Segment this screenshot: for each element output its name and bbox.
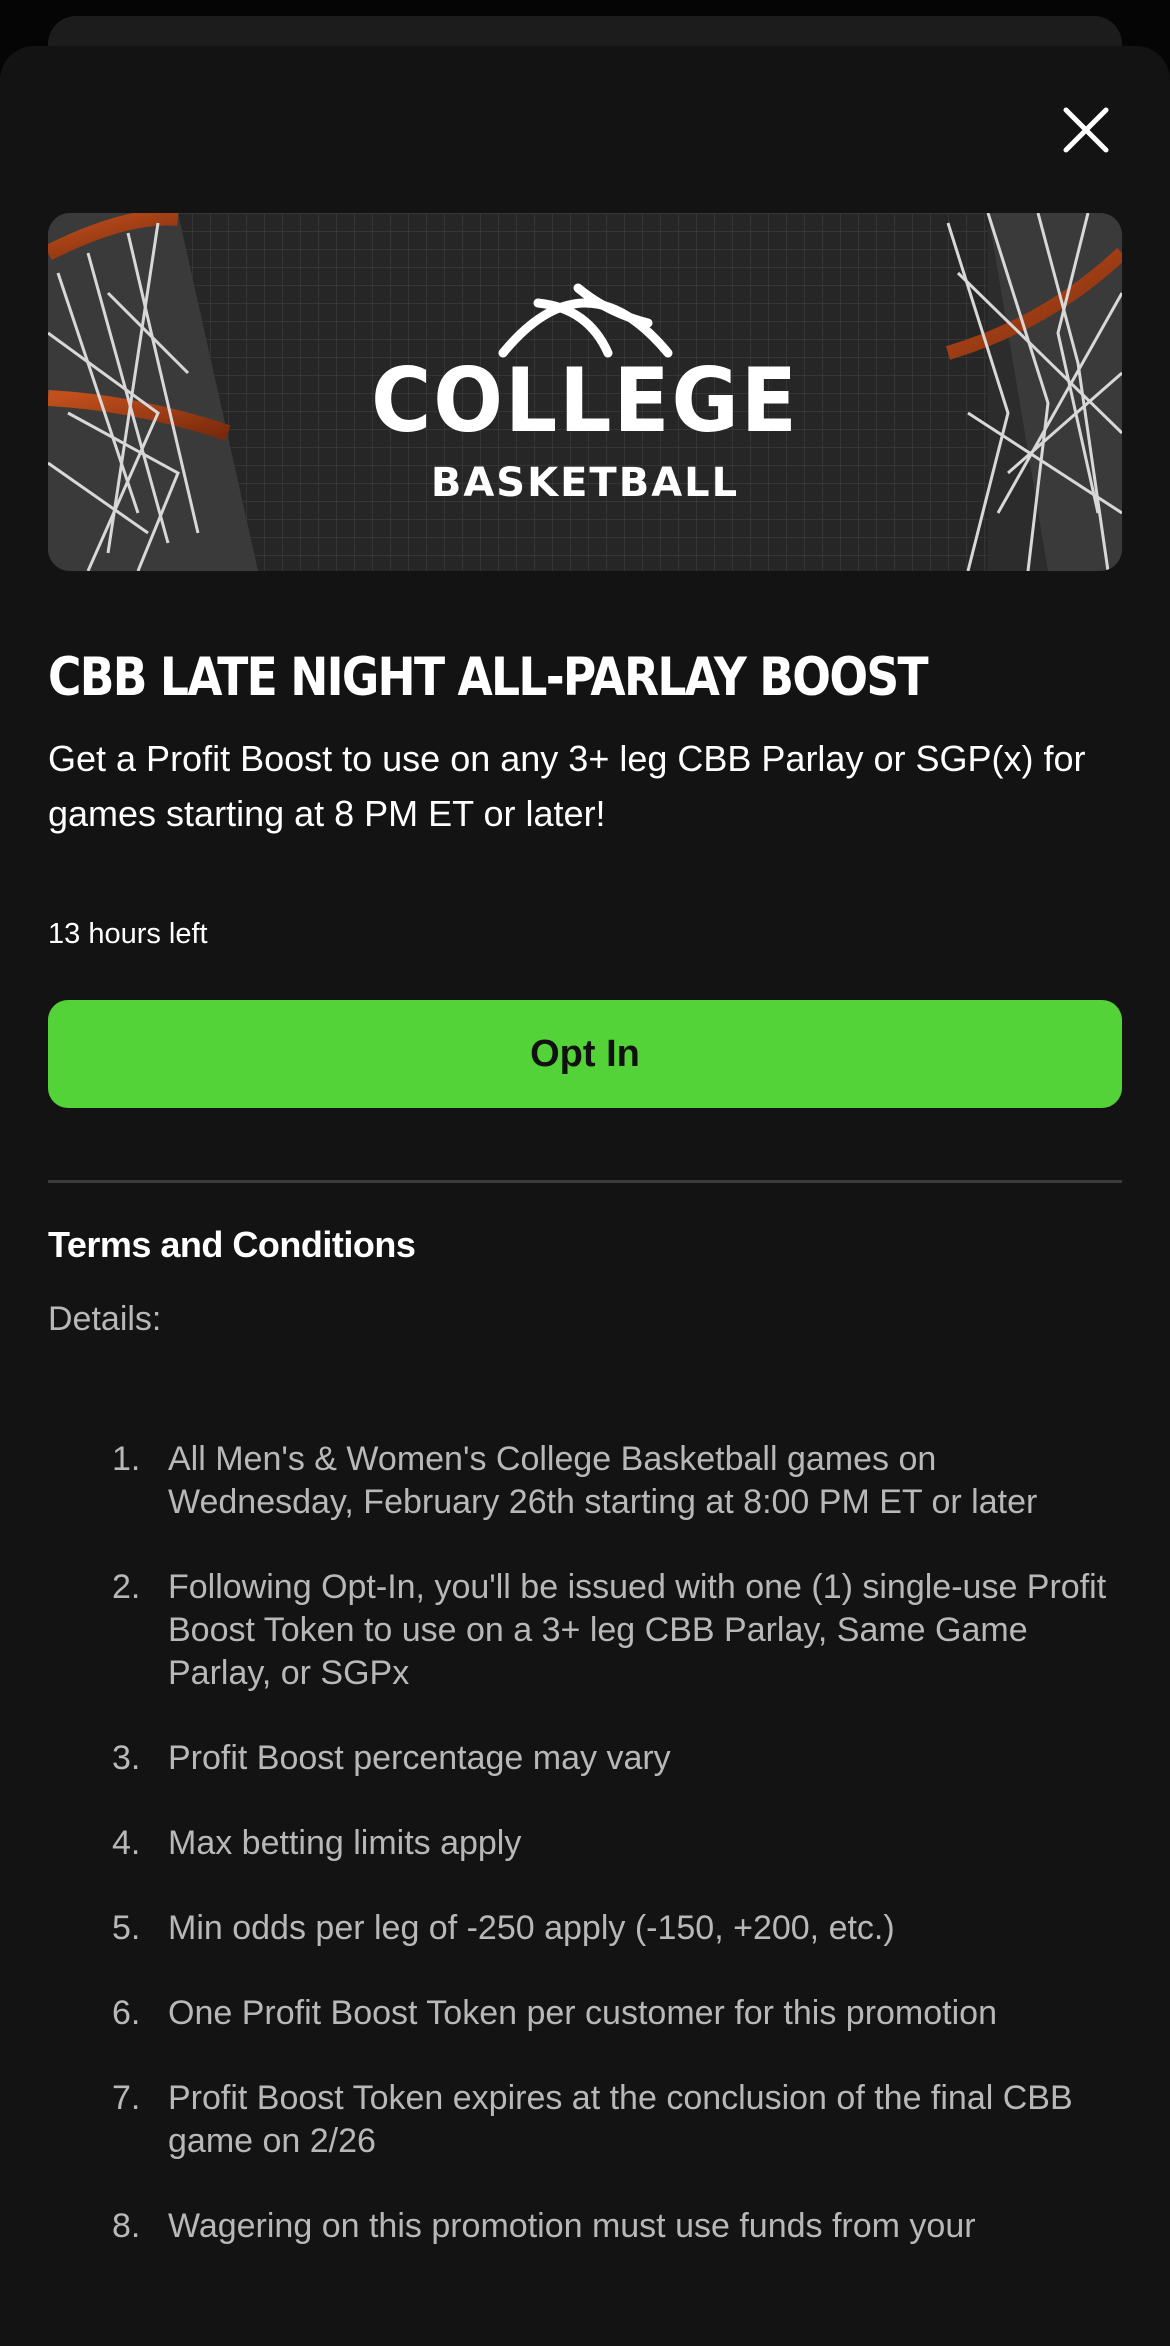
terms-item-number: 1. <box>112 1440 141 1478</box>
promo-banner: COLLEGE BASKETBALL <box>48 213 1122 571</box>
terms-item-number: 3. <box>112 1739 141 1777</box>
terms-item-text: Wagering on this promotion must use fund… <box>168 2207 976 2245</box>
terms-item-number: 8. <box>112 2207 141 2245</box>
terms-item-number: 7. <box>112 2079 141 2117</box>
terms-details-label: Details: <box>48 1300 162 1338</box>
banner-title: COLLEGE <box>371 350 799 453</box>
close-icon <box>1063 107 1109 153</box>
terms-item-text: Profit Boost percentage may vary <box>168 1739 671 1777</box>
terms-list-item: 6. One Profit Boost Token per customer f… <box>0 1992 1170 2035</box>
opt-in-button[interactable]: Opt In <box>48 1000 1122 1108</box>
terms-item-number: 6. <box>112 1994 141 2032</box>
terms-item-text: Following Opt-In, you'll be issued with … <box>168 1568 1107 1692</box>
promo-title: CBB LATE NIGHT ALL-PARLAY BOOST <box>48 647 929 708</box>
terms-list-item: 7. Profit Boost Token expires at the con… <box>0 2077 1170 2163</box>
banner-subtitle: BASKETBALL <box>430 460 740 506</box>
terms-list: 1. All Men's & Women's College Basketbal… <box>0 1438 1170 2290</box>
divider <box>48 1180 1122 1183</box>
terms-item-text: All Men's & Women's College Basketball g… <box>168 1440 1038 1521</box>
terms-list-item: 1. All Men's & Women's College Basketbal… <box>0 1438 1170 1524</box>
terms-item-text: Min odds per leg of -250 apply (-150, +2… <box>168 1909 895 1947</box>
terms-item-number: 4. <box>112 1824 141 1862</box>
terms-item-text: Profit Boost Token expires at the conclu… <box>168 2079 1073 2160</box>
time-left-label: 13 hours left <box>48 918 208 950</box>
terms-list-item: 8. Wagering on this promotion must use f… <box>0 2205 1170 2248</box>
terms-item-text: One Profit Boost Token per customer for … <box>168 1994 997 2032</box>
promo-sheet: COLLEGE BASKETBALL CBB LATE NIGHT ALL-PA… <box>0 46 1170 2346</box>
terms-heading: Terms and Conditions <box>48 1224 416 1265</box>
terms-item-number: 2. <box>112 1568 141 1606</box>
terms-list-item: 4. Max betting limits apply <box>0 1822 1170 1865</box>
terms-item-text: Max betting limits apply <box>168 1824 522 1862</box>
terms-list-item: 5. Min odds per leg of -250 apply (-150,… <box>0 1907 1170 1950</box>
promo-description: Get a Profit Boost to use on any 3+ leg … <box>48 738 1086 834</box>
close-button[interactable] <box>1056 100 1116 160</box>
terms-item-number: 5. <box>112 1909 141 1947</box>
terms-list-item: 2. Following Opt-In, you'll be issued wi… <box>0 1566 1170 1695</box>
terms-list-item: 3. Profit Boost percentage may vary <box>0 1737 1170 1780</box>
